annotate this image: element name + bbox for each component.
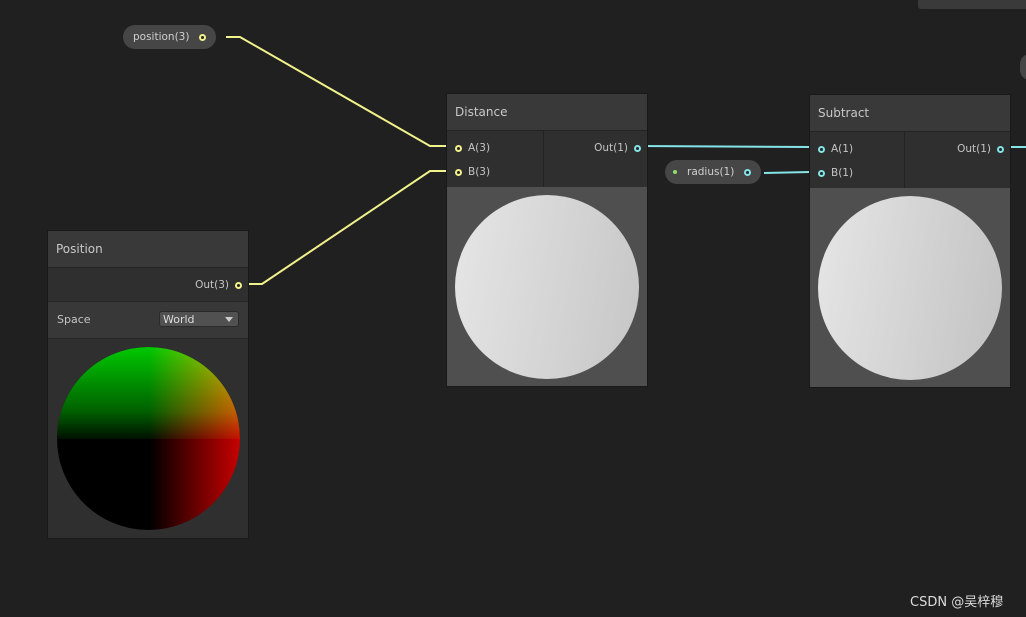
out-port[interactable]: Out(3) xyxy=(195,279,242,291)
node-title: Subtract xyxy=(810,95,1010,132)
preview-sphere xyxy=(57,347,240,530)
out-port[interactable]: Out(1) xyxy=(594,142,641,154)
output-port[interactable] xyxy=(744,168,752,176)
radius-property-pill[interactable]: radius(1) xyxy=(665,160,762,184)
port-dot[interactable] xyxy=(455,168,462,176)
preview-sphere xyxy=(818,196,1002,380)
port-label: B(3) xyxy=(468,166,491,178)
port-label: A(3) xyxy=(468,142,491,154)
out-port[interactable]: Out(1) xyxy=(957,143,1004,155)
node-title: Position xyxy=(48,231,248,268)
node-preview xyxy=(48,339,248,538)
offscreen-node xyxy=(918,0,1026,9)
a-port[interactable]: A(3) xyxy=(455,142,490,154)
port-dot[interactable] xyxy=(997,145,1004,153)
wire-distance-to-subtract-a xyxy=(637,145,811,148)
exposed-indicator-icon xyxy=(673,170,677,174)
port-label: B(1) xyxy=(831,167,854,179)
port-label: Out(3) xyxy=(195,279,229,291)
dropdown-value: World xyxy=(163,313,195,326)
port-dot[interactable] xyxy=(634,144,641,152)
space-row: Space World xyxy=(48,301,248,339)
port-label: Out(1) xyxy=(957,143,991,155)
property-label: radius(1) xyxy=(687,166,735,178)
position-property-pill[interactable]: position(3) xyxy=(123,25,217,49)
b-port[interactable]: B(3) xyxy=(455,166,490,178)
port-dot[interactable] xyxy=(235,281,242,289)
node-preview xyxy=(810,188,1010,387)
wire-position-node-to-b xyxy=(240,170,447,285)
chevron-down-icon xyxy=(225,317,233,322)
a-port[interactable]: A(1) xyxy=(818,143,853,155)
node-preview xyxy=(447,187,647,386)
output-port[interactable] xyxy=(199,33,207,41)
subtract-node[interactable]: Subtract A(1) B(1) Out(1) xyxy=(809,94,1011,388)
wire-radius-to-subtract-b xyxy=(763,171,811,174)
port-dot[interactable] xyxy=(455,144,462,152)
port-label: Out(1) xyxy=(594,142,628,154)
watermark: CSDN @吴梓穆 xyxy=(910,595,1004,610)
port-label: A(1) xyxy=(831,143,854,155)
position-node[interactable]: Position Out(3) Space World xyxy=(47,230,249,539)
distance-node[interactable]: Distance A(3) B(3) Out(1) xyxy=(446,93,648,387)
property-label: position(3) xyxy=(133,31,190,43)
b-port[interactable]: B(1) xyxy=(818,167,853,179)
space-dropdown[interactable]: World xyxy=(159,311,239,327)
wire-position-prop-to-a xyxy=(226,36,447,147)
port-dot[interactable] xyxy=(818,145,825,153)
port-dot[interactable] xyxy=(818,169,825,177)
space-label: Space xyxy=(57,313,91,326)
preview-sphere xyxy=(455,195,639,379)
node-title: Distance xyxy=(447,94,647,131)
